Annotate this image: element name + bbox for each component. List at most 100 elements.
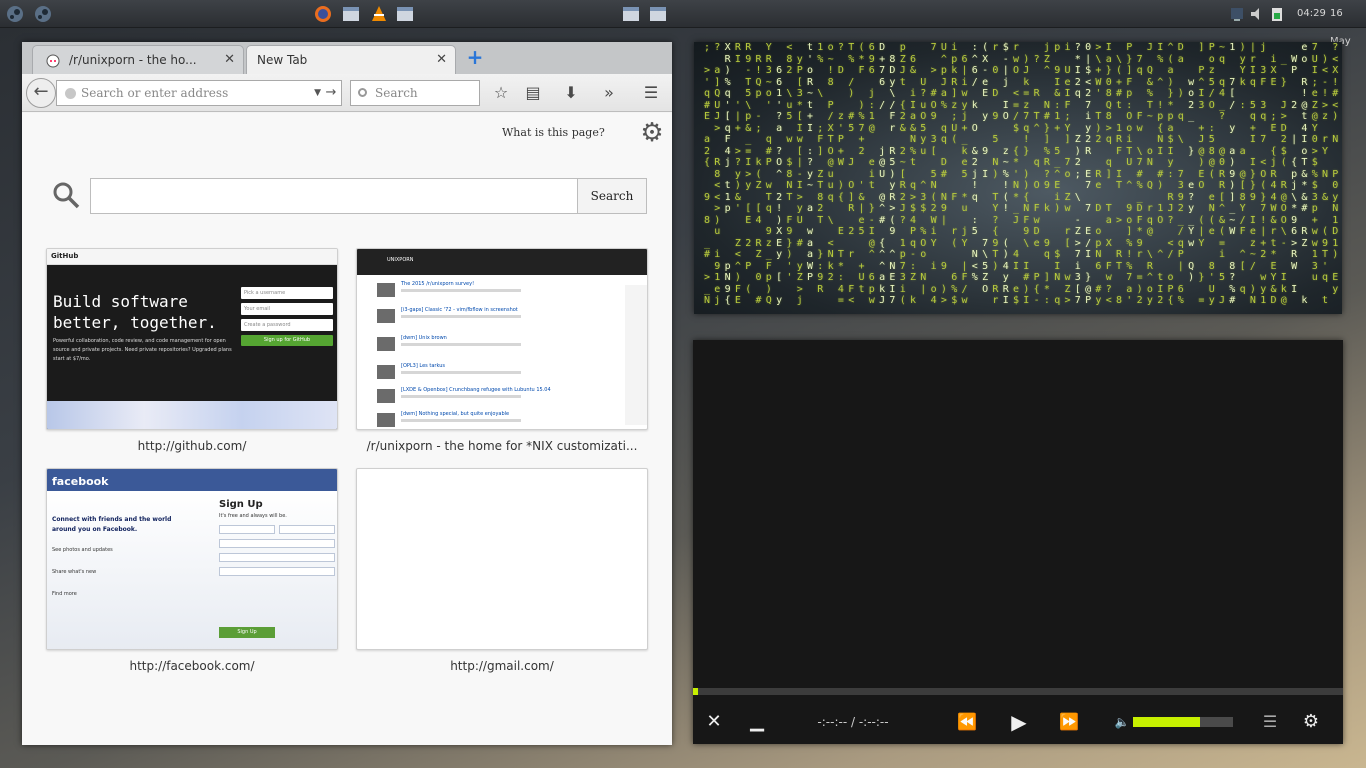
what-is-this-link[interactable]: What is this page? bbox=[502, 126, 605, 139]
close-tab-icon[interactable]: ✕ bbox=[436, 46, 447, 74]
network-icon[interactable] bbox=[1228, 5, 1246, 23]
matrix-glyph-column: I % ^ ! p { N I # ) 1 O ^ t I 2 bbox=[1157, 42, 1164, 306]
steam-icon[interactable] bbox=[6, 5, 24, 23]
feature-item: Find more bbox=[52, 591, 77, 597]
search-icon bbox=[53, 182, 80, 209]
password-field bbox=[219, 567, 335, 576]
email-field: Your email bbox=[241, 303, 333, 315]
speaker-icon[interactable]: 🔈 bbox=[1113, 706, 1131, 738]
matrix-glyph-column: Y R 3 ~ o ' q # P w T q 9 z _ F p ) Q bbox=[765, 42, 772, 306]
bookmark-star-icon[interactable]: ☆ bbox=[490, 82, 512, 104]
matrix-glyph-column: 8 D y \ / F r R 5 ) y R > ( 9 ^ N E I 7 bbox=[889, 53, 896, 307]
matrix-glyph-column: i p k R ] z ; U ( F r ( 6 % $ bbox=[951, 42, 958, 306]
matrix-glyph-column: I a } 0 8 Q 8 > q q ] T a X F w ? < bbox=[1105, 42, 1112, 306]
matrix-glyph-column: R 9 - T 5 \ p & _ = I > y [ E 2 P ( bbox=[745, 42, 752, 295]
matrix-glyph-column: 6 6 1 ' ? a ? O ^ 2 ! ) X E y [ y bbox=[776, 65, 783, 306]
reading-list-icon[interactable]: ▤ bbox=[522, 82, 544, 104]
tile-label[interactable]: /r/unixporn - the home for *NIX customiz… bbox=[356, 439, 648, 453]
matrix-glyph-column: j Z ^ N # } ] % R ? 9 k 9 q ] * : bbox=[1043, 42, 1050, 306]
matrix-glyph-column: ] P ^ I 3 + J @ ) E O ( | Y } = bbox=[1198, 42, 1205, 306]
matrix-glyph-column: T % / ) # 5 J O ] R 2 r F < bbox=[848, 42, 855, 306]
matrix-glyph-column: : ^ 6 / k O & 2 j ! q : 5 N < % bbox=[971, 42, 978, 283]
settings-gear-icon[interactable]: ⚙ bbox=[1299, 706, 1323, 738]
url-bar[interactable]: Search or enter address ▼ bbox=[56, 80, 342, 106]
url-placeholder: Search or enter address bbox=[81, 86, 229, 100]
tile-label[interactable]: http://github.com/ bbox=[46, 439, 338, 453]
minimize-icon[interactable]: ▁ bbox=[745, 706, 769, 738]
volume-icon[interactable] bbox=[1248, 5, 1266, 23]
seek-fill bbox=[693, 688, 698, 695]
firefox-window: /r/unixporn - the ho... ✕ New Tab ✕ + ← … bbox=[22, 42, 672, 745]
fast-forward-icon[interactable]: ⏩ bbox=[1057, 706, 1081, 738]
matrix-glyph-column: w o 2 _ } e ? y _ Y w Q ) bbox=[1188, 76, 1195, 284]
date[interactable]: 16 May bbox=[1330, 0, 1366, 47]
password-field: Create a password bbox=[241, 319, 333, 331]
vlc-icon[interactable] bbox=[370, 5, 388, 23]
window-icon[interactable] bbox=[342, 5, 360, 23]
list-item: [OPL3] Les tarkus bbox=[377, 363, 622, 381]
battery-icon[interactable] bbox=[1268, 5, 1286, 23]
matrix-glyph-column: P } ] F p : O o i T U ^ 9 o ] % ! % 7 a … bbox=[1126, 42, 1133, 306]
matrix-glyph-column: D a ) q \ 7 3 9 2 _ / q P | 6 % bbox=[1177, 42, 1184, 306]
seek-bar[interactable] bbox=[693, 688, 1343, 695]
matrix-glyph-column: i X E ; E { j R 4 4 W & r t * E Y & D bbox=[1270, 53, 1277, 307]
tile-github[interactable]: GitHub Build software better, together. … bbox=[46, 248, 338, 430]
tab-bar: /r/unixporn - the ho... ✕ New Tab ✕ + bbox=[22, 42, 672, 74]
download-icon[interactable]: ⬇ bbox=[560, 82, 582, 104]
list-item: [dwm] Unix brown bbox=[377, 335, 622, 353]
matrix-glyph-column: y P [ 3 * [ I w [ | - I > y U # y Z > j bbox=[796, 53, 803, 307]
tile-label[interactable]: http://gmail.com/ bbox=[356, 659, 648, 673]
matrix-terminal[interactable]: ; > ' q # E a 2 { 9 8 _ # > _ N ? a ] Q … bbox=[694, 42, 1342, 314]
rewind-icon[interactable]: ⏪ bbox=[955, 706, 979, 738]
tile-label[interactable]: http://facebook.com/ bbox=[46, 659, 338, 673]
feature-item: Share what's new bbox=[52, 569, 97, 575]
github-logo: GitHub bbox=[51, 252, 79, 260]
back-button[interactable]: ← bbox=[26, 78, 56, 108]
matrix-glyph-column: U ^ p J a % q q D # N 9 | 9 ) > bbox=[940, 42, 947, 306]
new-tab-button[interactable]: + bbox=[465, 47, 485, 68]
volume-slider[interactable] bbox=[1133, 717, 1233, 727]
gear-icon[interactable]: ⚙ bbox=[638, 119, 666, 147]
play-icon[interactable]: ▶ bbox=[1007, 706, 1031, 738]
matrix-glyph-column: r 0 D 9 5 N ) T Y ? { 9 T ) R r bbox=[992, 42, 999, 306]
window-icon[interactable] bbox=[622, 5, 640, 23]
time-display: -:--:-- / -:--:-- bbox=[817, 715, 889, 729]
clock[interactable]: 04:29 bbox=[1297, 0, 1326, 28]
overflow-chevron-icon[interactable]: » bbox=[598, 82, 620, 104]
matrix-glyph-column: 7 U I ; e Z @ Y 0 > $ % $ 3 p + w w 1 3 … bbox=[1311, 42, 1318, 283]
steam-icon[interactable] bbox=[34, 5, 52, 23]
hamburger-menu-icon[interactable]: ☰ bbox=[640, 82, 662, 104]
list-item: [dwm] Nothing special, but quite enjoyab… bbox=[377, 411, 622, 429]
window-icon[interactable] bbox=[396, 5, 414, 23]
page-search-input[interactable] bbox=[90, 178, 578, 214]
matrix-glyph-column: 0 | $ < 2 7 i y 2 R E 7 7 E / I } @ P bbox=[1085, 42, 1092, 306]
matrix-glyph-column: $ - | j I O z ~ % ! ( ! ( ) 4 y R I bbox=[1002, 42, 1009, 306]
facebook-headline: Connect with friends and the world aroun… bbox=[52, 516, 172, 533]
firefox-icon[interactable] bbox=[314, 5, 332, 23]
go-arrow-icon[interactable]: → bbox=[320, 81, 342, 105]
close-icon[interactable]: ✕ bbox=[703, 706, 725, 738]
matrix-glyph-column: 6 | i w y j + _ k e 5 * u j Y | F / w bbox=[961, 53, 968, 307]
tile-facebook[interactable]: facebook Connect with friends and the wo… bbox=[46, 468, 338, 650]
window-icon[interactable] bbox=[649, 5, 667, 23]
matrix-glyph-column: < 8 2 \ u 5 w $ 8 N T F 9 } ) ' ' bbox=[786, 42, 793, 283]
tab-unixporn[interactable]: /r/unixporn - the ho... ✕ bbox=[32, 45, 244, 74]
matrix-glyph-column: p 9 I & : 1 + 5 _ ^ E i ) $ I N q bbox=[1054, 42, 1061, 306]
playlist-icon[interactable]: ☰ bbox=[1259, 706, 1281, 738]
tile-gmail[interactable] bbox=[356, 468, 648, 650]
matrix-glyph-column: ( * F ) % 7 + 2 ' & | e 5 + U t bbox=[858, 42, 865, 295]
list-item: [LXDE & Openbox] Crunchbang refugee with… bbox=[377, 387, 622, 405]
matrix-glyph-column: R I ' | + > ? y ) & ' Z < ^ ) F E bbox=[734, 42, 741, 306]
tab-new-tab[interactable]: New Tab ✕ bbox=[246, 45, 456, 74]
tab-label: /r/unixporn - the ho... bbox=[69, 53, 197, 67]
github-signup-form: Pick a username Your email Create a pass… bbox=[241, 287, 333, 377]
page-search-button[interactable]: Search bbox=[577, 178, 647, 214]
matrix-glyph-column: U ? u O 5 y u ^ 3 $ % O o N | bbox=[920, 76, 927, 295]
facebook-header: facebook bbox=[47, 469, 337, 491]
tile-reddit[interactable]: UNIXPORN The 2015 /r/unixporn survey! [i… bbox=[356, 248, 648, 430]
search-bar[interactable]: Search bbox=[350, 80, 480, 106]
close-tab-icon[interactable]: ✕ bbox=[224, 46, 235, 74]
matrix-glyph-column: r w O < = / $ { * ' N * _ J 4 I e $ bbox=[1013, 42, 1020, 306]
reddit-header: UNIXPORN bbox=[357, 249, 647, 275]
matrix-glyph-column: 1 7 [ / y a ) 9 ) ] _ ~ W 8 ? % # bbox=[1229, 42, 1236, 306]
